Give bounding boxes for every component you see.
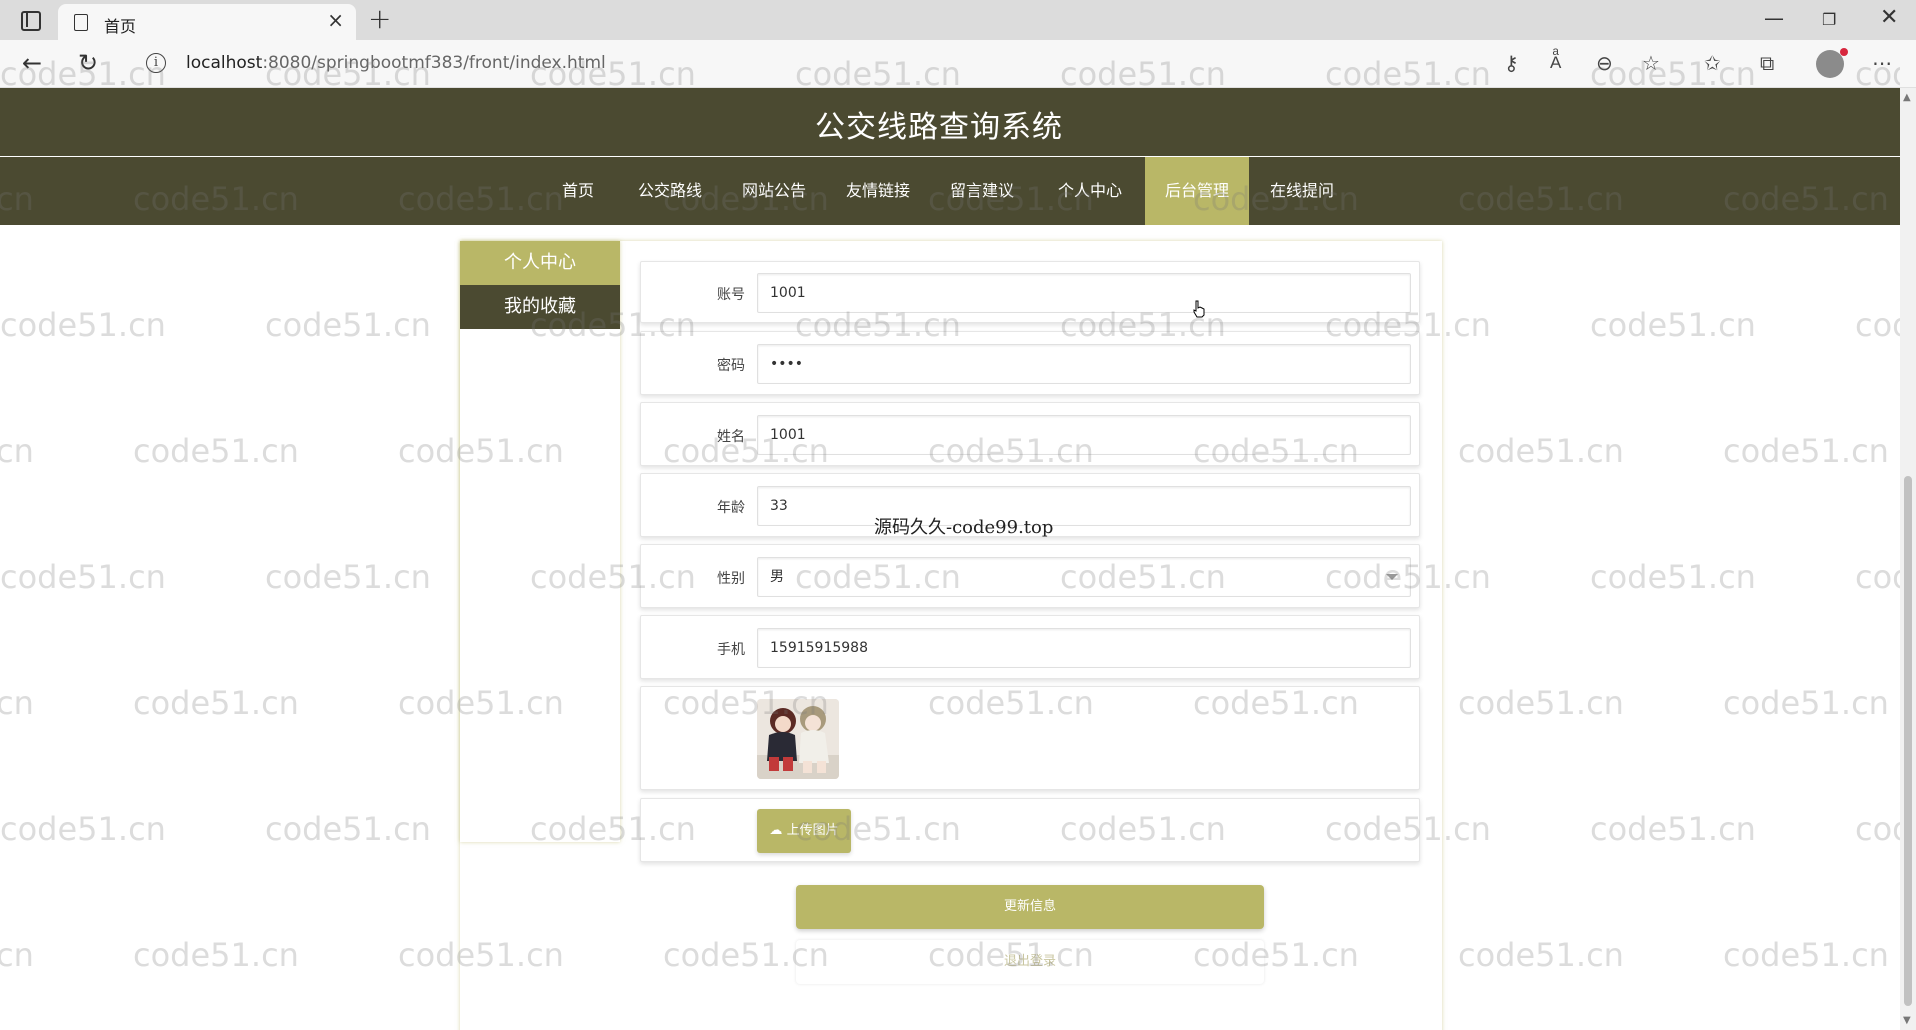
nav-suggestions[interactable]: 留言建议 — [944, 157, 1020, 225]
password-label: 密码 — [717, 358, 745, 374]
sidebar-item-personal-center[interactable]: 个人中心 — [460, 241, 620, 285]
more-icon[interactable]: ⋯ — [1872, 51, 1892, 75]
profile-icon[interactable] — [1816, 48, 1848, 78]
form-row-account: 账号 1001 — [640, 261, 1420, 323]
nav-bus-routes[interactable]: 公交路线 — [632, 157, 708, 225]
url-field[interactable]: localhost:8080/springbootmf383/front/ind… — [186, 53, 606, 73]
age-label: 年龄 — [717, 500, 745, 516]
cloud-upload-icon: ☁ — [769, 823, 783, 838]
tab-title: 首页 — [104, 17, 137, 36]
form-row-name: 姓名 1001 — [640, 402, 1420, 466]
nav-personal-center[interactable]: 个人中心 — [1050, 157, 1130, 225]
nav-announcements[interactable]: 网站公告 — [736, 157, 812, 225]
overlay-text: 源码久久-code99.top — [874, 517, 1054, 538]
password-input[interactable]: •••• — [757, 344, 1411, 384]
back-icon[interactable]: ← — [22, 50, 42, 76]
restore-icon[interactable]: ❐ — [1822, 8, 1836, 32]
upload-image-button[interactable]: ☁ 上传图片 — [757, 809, 851, 853]
add-favorite-icon[interactable]: ☆ — [1642, 51, 1660, 75]
favorites-icon[interactable]: ✩ — [1704, 51, 1721, 75]
site-nav: 首页 公交路线 网站公告 友情链接 留言建议 个人中心 后台管理 在线提问 — [0, 157, 1900, 225]
close-window-icon[interactable]: ✕ — [1880, 6, 1898, 30]
name-label: 姓名 — [717, 429, 745, 445]
page-icon — [74, 14, 88, 31]
new-tab-icon[interactable]: + — [368, 4, 391, 34]
page-scrollbar[interactable]: ▲ ▼ — [1900, 88, 1916, 1030]
chevron-down-icon — [1386, 574, 1398, 580]
scroll-down-icon[interactable]: ▼ — [1903, 1015, 1911, 1026]
tab-actions-icon[interactable] — [18, 8, 42, 32]
url-host: localhost — [186, 53, 263, 73]
form-row-gender: 性别 男 — [640, 544, 1420, 608]
nav-admin[interactable]: 后台管理 — [1145, 157, 1249, 225]
sidebar-item-my-favorites[interactable]: 我的收藏 — [460, 285, 620, 329]
page-viewport: 公交线路查询系统 首页 公交路线 网站公告 友情链接 留言建议 个人中心 后台管… — [0, 88, 1900, 1030]
account-label: 账号 — [717, 287, 745, 303]
nav-home[interactable]: 首页 — [552, 157, 604, 225]
avatar-image — [757, 699, 839, 779]
hand-cursor-icon — [1193, 300, 1205, 318]
url-path: :8080/springbootmf383/front/index.html — [262, 53, 606, 73]
phone-input[interactable]: 15915915988 — [757, 628, 1411, 668]
account-input[interactable]: 1001 — [757, 273, 1411, 313]
browser-tab[interactable]: 首页 × — [58, 4, 356, 40]
form-row-phone: 手机 15915915988 — [640, 615, 1420, 679]
nav-online-questions[interactable]: 在线提问 — [1264, 157, 1340, 225]
browser-tab-bar: 首页 × + — ❐ ✕ — [0, 0, 1916, 40]
address-bar: ← ↻ i localhost:8080/springbootmf383/fro… — [0, 40, 1916, 88]
close-tab-icon[interactable]: × — [327, 10, 344, 30]
sidebar: 个人中心 我的收藏 — [460, 241, 620, 842]
scroll-up-icon[interactable]: ▲ — [1903, 92, 1911, 103]
form-row-upload: ☁ 上传图片 — [640, 798, 1420, 862]
phone-label: 手机 — [717, 642, 745, 658]
minimize-icon[interactable]: — — [1764, 6, 1784, 30]
key-icon[interactable]: ⚷ — [1504, 51, 1519, 75]
form-row-avatar — [640, 686, 1420, 790]
nav-links[interactable]: 友情链接 — [840, 157, 916, 225]
logout-button[interactable]: 退出登录 — [796, 940, 1264, 984]
collections-icon[interactable]: ⧉ — [1760, 51, 1774, 75]
site-title: 公交线路查询系统 — [815, 110, 1063, 145]
zoom-out-icon[interactable]: ⊖ — [1596, 51, 1613, 75]
refresh-icon[interactable]: ↻ — [78, 50, 98, 76]
read-aloud-icon[interactable]: Aͣ — [1550, 51, 1561, 75]
form-row-password: 密码 •••• — [640, 331, 1420, 395]
upload-button-label: 上传图片 — [786, 823, 839, 838]
age-input[interactable]: 33 — [757, 486, 1411, 526]
scrollbar-thumb[interactable] — [1904, 476, 1912, 1006]
info-icon[interactable]: i — [146, 53, 166, 73]
gender-value: 男 — [770, 569, 784, 585]
gender-label: 性别 — [717, 571, 745, 587]
name-input[interactable]: 1001 — [757, 415, 1411, 455]
gender-select[interactable]: 男 — [757, 557, 1411, 597]
site-header: 公交线路查询系统 — [0, 88, 1900, 156]
update-info-button[interactable]: 更新信息 — [796, 885, 1264, 929]
